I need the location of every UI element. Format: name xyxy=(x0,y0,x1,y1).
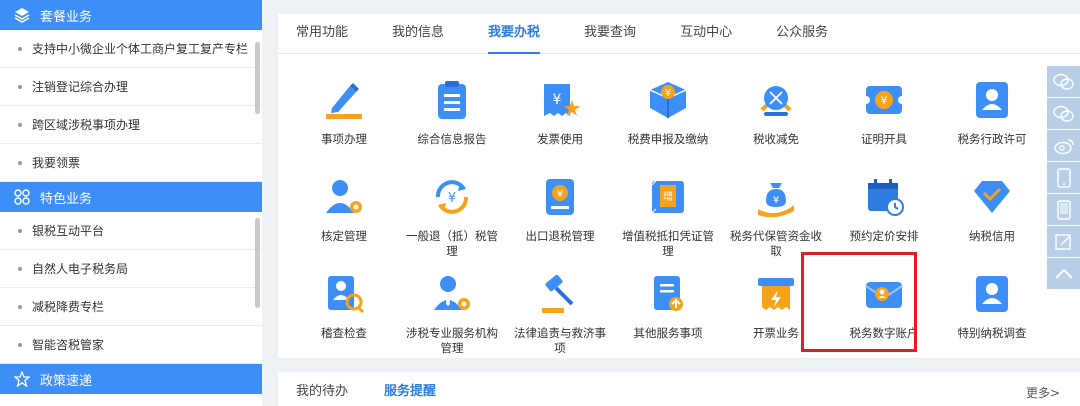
func-item[interactable]: 其他服务事项 xyxy=(614,264,722,361)
tab-my-info[interactable]: 我的信息 xyxy=(392,13,444,53)
service-doc-icon xyxy=(644,270,692,318)
float-toolbar xyxy=(1047,66,1080,290)
layers-icon xyxy=(14,7,30,23)
svg-text:增: 增 xyxy=(663,190,673,203)
svg-text:¥: ¥ xyxy=(773,195,779,206)
function-grid: 事项办理 综合信息报告 ¥ 发票使用 ¥ 税费申报及缴纳 税收减免 ¥ 证明开具… xyxy=(290,70,1046,361)
svg-text:¥: ¥ xyxy=(557,189,563,200)
sidebar-item[interactable]: 我要领票 xyxy=(0,144,262,182)
diamond-check-icon xyxy=(968,173,1016,221)
func-item[interactable]: 增 增值税抵扣凭证管理 xyxy=(614,167,722,264)
func-item[interactable]: ¥ 出口退税管理 xyxy=(506,167,614,264)
inspection-icon xyxy=(320,270,368,318)
tab-bar: 常用功能 我的信息 我要办税 我要查询 互动中心 公众服务 xyxy=(278,14,1080,54)
vat-receipt-icon: 增 xyxy=(644,173,692,221)
tablet-icon[interactable] xyxy=(1047,194,1080,225)
sidebar-item[interactable]: 自然人电子税务局 xyxy=(0,250,262,288)
user-gear-icon xyxy=(320,173,368,221)
svg-text:¥: ¥ xyxy=(881,94,888,107)
reduction-icon xyxy=(752,76,800,124)
function-row: 核定管理 ¥ 一般退（抵）税管理 ¥ 出口退税管理 增 增值税抵扣凭证管理 ¥ … xyxy=(290,167,1046,264)
sidebar-item[interactable]: 减税降费专栏 xyxy=(0,288,262,326)
sidebar-item[interactable]: 注销登记综合办理 xyxy=(0,68,262,106)
sidebar-section-header-package[interactable]: 套餐业务 xyxy=(0,0,262,30)
svg-text:¥: ¥ xyxy=(553,92,562,108)
wechat-icon[interactable] xyxy=(1047,66,1080,97)
func-item[interactable]: 稽查检查 xyxy=(290,264,398,361)
sidebar-section-title: 套餐业务 xyxy=(40,9,93,25)
sidebar-item[interactable]: 银税互动平台 xyxy=(0,212,262,250)
func-item[interactable]: ¥ 税费申报及缴纳 xyxy=(614,70,722,167)
function-row: 稽查检查 涉税专业服务机构管理 法律追责与救济事项 其他服务事项 开票业务 税务… xyxy=(290,264,1046,361)
phone-icon[interactable] xyxy=(1047,162,1080,193)
tab-my-todo[interactable]: 我的待办 xyxy=(296,380,348,399)
sidebar-list-package: 支持中小微企业个体工商户复工复产专栏 注销登记综合办理 跨区域涉税事项办理 我要… xyxy=(0,30,262,182)
sidebar-item[interactable]: 跨区域涉税事项办理 xyxy=(0,106,262,144)
chat-icon[interactable] xyxy=(1047,98,1080,129)
func-item[interactable]: 事项办理 xyxy=(290,70,398,167)
feedback-icon[interactable] xyxy=(1047,226,1080,257)
tab-common[interactable]: 常用功能 xyxy=(296,13,348,53)
func-item[interactable]: ¥ 税务代保管资金收取 xyxy=(722,167,830,264)
sidebar-section-header-policy[interactable]: 政策速递 xyxy=(0,364,262,394)
func-item[interactable]: 法律追责与救济事项 xyxy=(506,264,614,361)
tab-query[interactable]: 我要查询 xyxy=(584,13,636,53)
bottom-tab-bar: 我的待办 服务提醒 xyxy=(278,372,1080,406)
agency-user-icon xyxy=(428,270,476,318)
star-icon xyxy=(14,371,30,387)
func-item[interactable]: 特别纳税调查 xyxy=(938,264,1046,361)
func-item[interactable]: ¥ 发票使用 xyxy=(506,70,614,167)
more-link[interactable]: 更多> xyxy=(1026,384,1060,401)
func-item[interactable]: 开票业务 xyxy=(722,264,830,361)
special-user-icon xyxy=(968,270,1016,318)
func-item[interactable]: 综合信息报告 xyxy=(398,70,506,167)
func-item[interactable]: 税收减免 xyxy=(722,70,830,167)
sidebar-item[interactable]: 智能咨税管家 xyxy=(0,326,262,364)
sidebar-list-feature: 银税互动平台 自然人电子税务局 减税降费专栏 智能咨税管家 xyxy=(0,212,262,364)
bottom-panel: 我的待办 服务提醒 更多> xyxy=(278,372,1080,406)
sidebar-section-header-feature[interactable]: 特色业务 xyxy=(0,182,262,212)
calendar-clock-icon xyxy=(860,173,908,221)
money-bag-icon: ¥ xyxy=(752,173,800,221)
sidebar-scrollbar[interactable] xyxy=(255,42,260,114)
bolt-ticket-icon xyxy=(752,270,800,318)
sidebar-item[interactable]: 支持中小微企业个体工商户复工复产专栏 xyxy=(0,30,262,68)
func-item[interactable]: ¥ 一般退（抵）税管理 xyxy=(398,167,506,264)
invoice-star-icon: ¥ xyxy=(536,76,584,124)
certificate-icon: ¥ xyxy=(860,76,908,124)
weibo-icon[interactable] xyxy=(1047,130,1080,161)
refund-cycle-icon: ¥ xyxy=(428,173,476,221)
func-item[interactable]: 税务行政许可 xyxy=(938,70,1046,167)
license-user-icon xyxy=(968,76,1016,124)
back-to-top-icon[interactable] xyxy=(1047,258,1080,289)
tax-box-icon: ¥ xyxy=(644,76,692,124)
func-item[interactable]: 核定管理 xyxy=(290,167,398,264)
tab-interaction[interactable]: 互动中心 xyxy=(680,13,732,53)
func-item[interactable]: 涉税专业服务机构管理 xyxy=(398,264,506,361)
func-item[interactable]: 纳税信用 xyxy=(938,167,1046,264)
svg-text:¥: ¥ xyxy=(665,88,671,99)
export-refund-icon: ¥ xyxy=(536,173,584,221)
clipboard-icon xyxy=(428,76,476,124)
tab-service-reminder[interactable]: 服务提醒 xyxy=(384,380,436,399)
grid-icon xyxy=(14,189,30,205)
sidebar-scrollbar[interactable] xyxy=(255,218,260,308)
func-item[interactable]: ¥ 证明开具 xyxy=(830,70,938,167)
func-item[interactable]: 预约定价安排 xyxy=(830,167,938,264)
tab-public-service[interactable]: 公众服务 xyxy=(776,13,828,53)
sidebar-section-title: 特色业务 xyxy=(40,191,93,207)
digital-account-icon xyxy=(860,270,908,318)
function-row: 事项办理 综合信息报告 ¥ 发票使用 ¥ 税费申报及缴纳 税收减免 ¥ 证明开具… xyxy=(290,70,1046,167)
sidebar: 套餐业务 支持中小微企业个体工商户复工复产专栏 注销登记综合办理 跨区域涉税事项… xyxy=(0,0,262,406)
func-item[interactable]: 税务数字账户 xyxy=(830,264,938,361)
gavel-icon xyxy=(536,270,584,318)
pen-icon xyxy=(320,76,368,124)
tab-tax-handling[interactable]: 我要办税 xyxy=(488,13,541,54)
sidebar-section-title: 政策速递 xyxy=(40,373,93,389)
svg-text:¥: ¥ xyxy=(448,191,456,206)
